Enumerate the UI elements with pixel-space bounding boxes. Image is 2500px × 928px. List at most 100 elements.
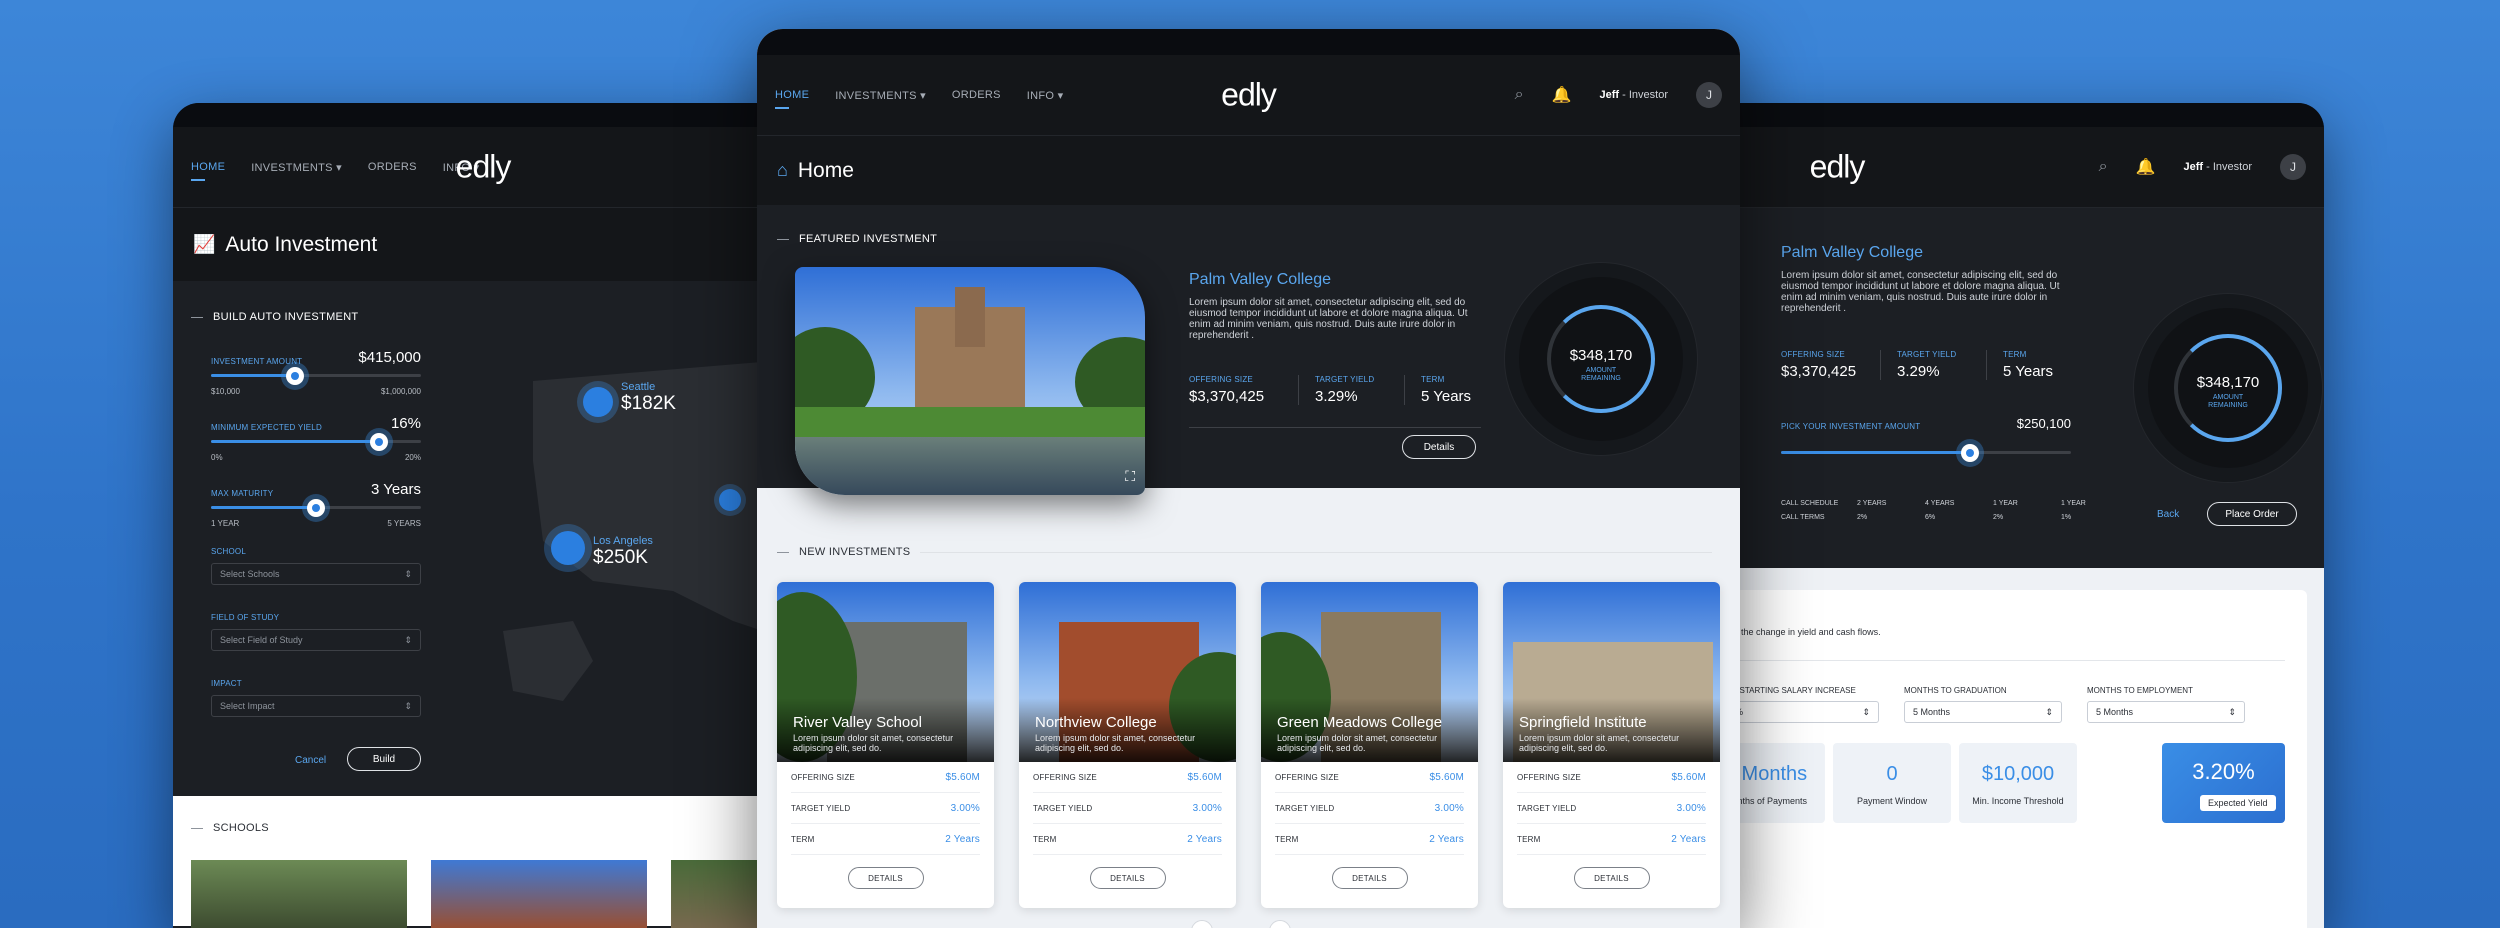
bell-icon[interactable]: 🔔: [2136, 157, 2156, 177]
investment-card[interactable]: Green Meadows College Lorem ipsum dolor s…: [1261, 582, 1478, 908]
details-button[interactable]: DETAILS: [847, 867, 924, 889]
expand-icon[interactable]: ⛶: [1125, 468, 1135, 485]
min-yield-slider[interactable]: [211, 432, 421, 451]
salary-select[interactable]: 1%⇕: [1721, 701, 1879, 723]
slider-handle[interactable]: [1960, 443, 1979, 462]
school-description: Lorem ipsum dolor sit amet, consectetur …: [1189, 297, 1468, 341]
row-label: TERM: [1275, 834, 1299, 844]
school-image: Springfield Institute Lorem ipsum dolor s…: [1503, 582, 1720, 762]
amount-remaining-gauge: $348,170 AMOUNT REMAINING: [1519, 277, 1683, 441]
investment-card[interactable]: Northview College Lorem ipsum dolor sit a…: [1019, 582, 1236, 908]
pick-amount-slider-group: PICK YOUR INVESTMENT AMOUNT $250,100: [1781, 416, 2071, 462]
select-value: 5 Months: [2096, 707, 2134, 717]
build-button[interactable]: Build: [347, 747, 421, 771]
map-pin-icon[interactable]: [719, 489, 741, 511]
slider-handle[interactable]: [286, 366, 304, 385]
schedule-cell: 2 YEARS: [1857, 500, 1887, 507]
map-pin-icon[interactable]: [551, 531, 585, 565]
featured-image[interactable]: ⛶: [795, 267, 1145, 495]
map-pin-icon[interactable]: [583, 387, 613, 417]
divider: [1189, 427, 1481, 428]
chevron-down-icon: ▾: [1057, 89, 1064, 102]
expected-yield-badge: Expected Yield: [2200, 795, 2276, 811]
card-row: TARGET YIELD 3.00%: [1517, 793, 1706, 824]
build-panel: BUILD AUTO INVESTMENT INVESTMENT AMOUNT $…: [173, 281, 793, 796]
chevron-right-icon[interactable]: ›: [1269, 920, 1291, 928]
school-select[interactable]: Select Schools ⇕: [211, 563, 421, 585]
school-name[interactable]: Palm Valley College: [1781, 244, 1923, 262]
terms-cell: 6%: [1925, 514, 1936, 521]
card-row: OFFERING SIZE $5.60M: [791, 762, 980, 793]
school-thumbnail[interactable]: [431, 860, 647, 928]
nav-info[interactable]: INFO ▾: [1027, 89, 1064, 102]
stat-label: TERM: [1421, 375, 1445, 384]
card-row: TARGET YIELD 3.00%: [1033, 793, 1222, 824]
place-order-button[interactable]: Place Order: [2207, 502, 2297, 526]
details-button[interactable]: DETAILS: [1573, 867, 1650, 889]
nav-investments[interactable]: INVESTMENTS ▾: [835, 89, 926, 102]
nav-orders[interactable]: ORDERS: [368, 161, 417, 173]
card-row: OFFERING SIZE $5.60M: [1033, 762, 1222, 793]
avatar[interactable]: J: [2280, 154, 2306, 180]
graduation-field: MONTHS TO GRADUATION 5 Months ⇕: [1904, 686, 2062, 723]
investment-amount-slider[interactable]: [1781, 443, 2071, 462]
search-icon[interactable]: ⌕: [2099, 158, 2108, 176]
school-name[interactable]: Palm Valley College: [1189, 271, 1331, 289]
card-title: Springfield Institute: [1519, 714, 1647, 731]
user-name[interactable]: Jeff - Investor: [2184, 161, 2252, 173]
top-nav: edly ⌕ 🔔 Jeff - Investor J: [1707, 127, 2324, 207]
employment-select[interactable]: 5 Months ⇕: [2087, 701, 2245, 723]
avatar[interactable]: J: [1696, 82, 1722, 108]
stats-row: OFFERING SIZE $3,370,425 TARGET YIELD 3.29…: [1189, 375, 1485, 405]
max-maturity-slider[interactable]: [211, 498, 421, 517]
nav-home[interactable]: HOME: [191, 161, 225, 181]
nav-orders[interactable]: ORDERS: [952, 89, 1001, 101]
back-button[interactable]: Back: [2157, 509, 2179, 520]
slider-handle[interactable]: [307, 498, 325, 517]
investment-amount-slider[interactable]: [211, 366, 421, 385]
bell-icon[interactable]: 🔔: [1552, 85, 1572, 105]
top-nav: HOME INVESTMENTS ▾ ORDERS INFO ▾ edly ⌕ …: [757, 55, 1740, 135]
field-of-study-select[interactable]: Select Field of Study ⇕: [211, 629, 421, 651]
impact-select[interactable]: Select Impact ⇕: [211, 695, 421, 717]
details-button[interactable]: Details: [1402, 435, 1476, 459]
slider-value: 3 Years: [370, 481, 421, 498]
stat-card: $10,000 Min. Income Threshold: [1959, 743, 2077, 823]
terms-cell: 2%: [1857, 514, 1868, 521]
stat-value: $10,000: [1981, 763, 2055, 785]
school-thumbnail[interactable]: [191, 860, 407, 928]
slider-max: 5 YEARS: [387, 519, 421, 528]
details-button[interactable]: DETAILS: [1089, 867, 1166, 889]
nav-investments[interactable]: INVESTMENTS ▾: [251, 161, 342, 174]
row-value: $5.60M: [1429, 771, 1464, 783]
page-title-bar: 📈 Auto Investment: [173, 207, 793, 281]
investment-amount-slider-group: INVESTMENT AMOUNT $415,000 $10,000 $1,000,…: [211, 349, 421, 396]
slider-handle[interactable]: [370, 432, 388, 451]
investment-card[interactable]: River Valley School Lorem ipsum dolor sit…: [777, 582, 994, 908]
nav-right-group: ⌕ 🔔 Jeff - Investor J: [2099, 154, 2306, 180]
updown-icon: ⇕: [1862, 706, 1870, 717]
edly-logo[interactable]: edly: [456, 149, 512, 186]
nav-home[interactable]: HOME: [775, 89, 809, 109]
chevron-left-icon[interactable]: ‹: [1191, 920, 1213, 928]
edly-logo[interactable]: edly: [1221, 77, 1277, 114]
cancel-button[interactable]: Cancel: [295, 755, 326, 766]
slider-value: $415,000: [358, 349, 421, 366]
school-image: River Valley School Lorem ipsum dolor sit…: [777, 582, 994, 762]
edly-logo[interactable]: edly: [1810, 149, 1866, 186]
card-description: Lorem ipsum dolor sit amet, consectetur …: [1277, 733, 1438, 753]
stat-card: 0 Payment Window: [1833, 743, 1951, 823]
field-label: AVG STARTING SALARY INCREASE: [1721, 686, 1856, 695]
expected-yield-card: 3.20% Expected Yield: [2162, 743, 2285, 823]
row-label: TERM: [1033, 834, 1057, 844]
row-value: $5.60M: [1187, 771, 1222, 783]
card-description: Lorem ipsum dolor sit amet, consectetur …: [1519, 733, 1680, 753]
investment-card[interactable]: Springfield Institute Lorem ipsum dolor s…: [1503, 582, 1720, 908]
expected-yield-value: 3.20%: [2192, 759, 2255, 784]
terms-cell: 1%: [2061, 514, 2072, 521]
user-name[interactable]: Jeff - Investor: [1600, 89, 1668, 101]
slider-label: MAX MATURITY: [211, 489, 274, 498]
graduation-select[interactable]: 5 Months ⇕: [1904, 701, 2062, 723]
details-button[interactable]: DETAILS: [1331, 867, 1408, 889]
search-icon[interactable]: ⌕: [1515, 86, 1524, 104]
